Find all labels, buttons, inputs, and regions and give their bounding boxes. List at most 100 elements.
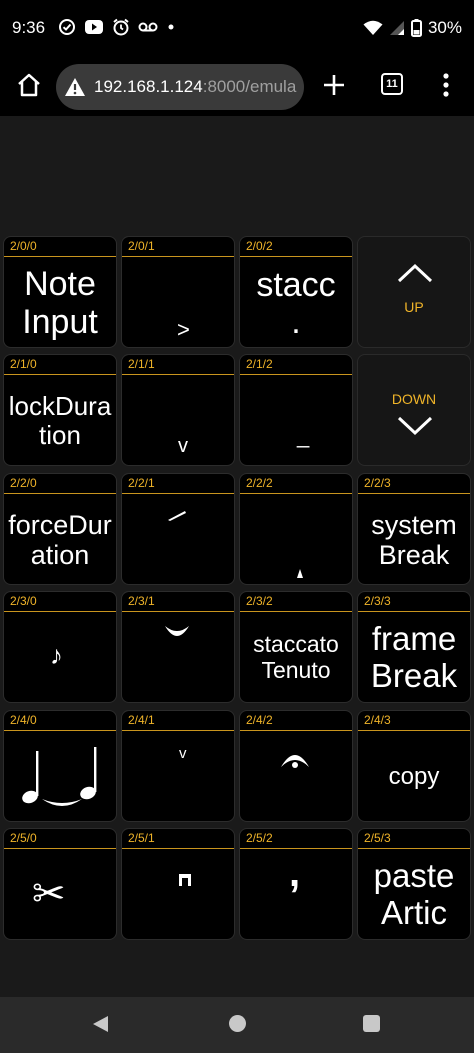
grid-button-2-5-3[interactable]: 2/5/3 paste Artic [357,828,471,940]
grid-button-2-4-0[interactable]: 2/4/0 [3,710,117,822]
youtube-icon [84,19,104,35]
tenuto-glyph: _ [297,423,310,448]
cell-id: 2/0/0 [4,237,116,257]
cell-label: lockDuration [8,390,112,450]
cell-label: forceDuration [8,509,112,570]
grid-button-2-3-3[interactable]: 2/3/3 frame Break [357,591,471,703]
down-label: DOWN [391,391,437,407]
cell-id: 2/4/3 [358,711,470,731]
grid-button-2-4-3[interactable]: 2/4/3 copy [357,710,471,822]
grid-button-2-3-1[interactable]: 2/3/1 [121,591,235,703]
cell-label: stacc [256,266,336,304]
cell-id: 2/2/1 [122,474,234,494]
browser-toolbar: 192.168.1.124:8000/emula 11 [0,58,474,116]
grid-button-2-5-2[interactable]: 2/5/2 , [239,828,353,940]
wifi-icon [363,20,383,36]
status-notification-icons [58,18,176,36]
status-system-icons: 30% [363,18,462,38]
cell-id: 2/1/0 [4,355,116,375]
chevron-up-icon [396,262,434,289]
dot-icon [166,22,176,32]
grid-button-2-0-2[interactable]: 2/0/2 stacc . [239,236,353,348]
system-nav-bar [0,997,474,1053]
up-button[interactable]: UP [357,236,471,348]
battery-percent: 30% [427,18,462,37]
status-time: 9:36 [12,18,46,37]
grid-button-2-1-2[interactable]: 2/1/2 _ [239,354,353,466]
marcato-small-glyph: v [179,745,187,762]
staccatissimo-icon [296,566,304,584]
grid-button-2-2-2[interactable]: 2/2/2 [239,473,353,585]
check-circle-icon [58,18,76,36]
cell-id: 2/5/2 [240,829,352,849]
cell-id: 2/0/2 [240,237,352,257]
grid-button-2-0-0[interactable]: 2/0/0 Note Input [3,236,117,348]
breath-mark-glyph: , [289,851,301,895]
cell-id: 2/2/3 [358,474,470,494]
plus-icon[interactable] [320,71,348,99]
stress-accent-icon [166,508,188,527]
grid-button-2-5-1[interactable]: 2/5/1 [121,828,235,940]
grid-button-2-4-1[interactable]: 2/4/1 v [121,710,235,822]
battery-icon [410,19,422,37]
cell-id: 2/5/0 [4,829,116,849]
grid-button-2-0-1[interactable]: 2/0/1 > [121,236,235,348]
cell-id: 2/4/1 [122,711,234,731]
url-host: 192.168.1.124 [94,77,203,96]
grid-button-2-3-2[interactable]: 2/3/2 staccato Tenuto [239,591,353,703]
address-bar[interactable]: 192.168.1.124:8000/emula [56,64,304,110]
cell-id: 2/5/1 [122,829,234,849]
cell-id: 2/1/2 [240,355,352,375]
marcato-glyph: v [178,435,188,457]
scissors-icon: ✂ [32,872,66,916]
cell-id: 2/1/1 [122,355,234,375]
menu-icon[interactable] [436,70,456,100]
cell-id: 2/2/2 [240,474,352,494]
down-button[interactable]: DOWN [357,354,471,466]
cell-id: 2/2/0 [4,474,116,494]
cell-id: 2/0/1 [122,237,234,257]
home-icon[interactable] [14,70,44,100]
staccato-dot-glyph: . [291,303,301,341]
cell-id: 2/5/3 [358,829,470,849]
cell-label: system Break [371,509,457,570]
tied-notes-icon [20,747,102,814]
cell-id: 2/3/2 [240,592,352,612]
grid-button-2-1-0[interactable]: 2/1/0 lockDuration [3,354,117,466]
up-bow-icon [178,873,192,892]
back-icon[interactable] [92,1015,110,1038]
grid-button-2-2-1[interactable]: 2/2/1 [121,473,235,585]
status-bar: 9:36 30% [0,0,474,58]
grid-button-2-3-0[interactable]: 2/3/0 ♪ [3,591,117,703]
home-circle-icon[interactable] [229,1015,246,1032]
cell-id: 2/4/2 [240,711,352,731]
grid-button-2-4-2[interactable]: 2/4/2 [239,710,353,822]
cell-label: copy [388,762,440,790]
grid-button-2-1-1[interactable]: 2/1/1 v [121,354,235,466]
cell-label: frame Break [370,620,458,694]
alarm-icon [112,18,130,36]
cell-label: staccato Tenuto [253,631,339,683]
emulator-grid: 2/0/0 Note Input 2/0/1 > 2/0/2 stacc . U… [0,116,474,996]
cell-id: 2/3/0 [4,592,116,612]
cell-label: Note Input [22,264,98,341]
cell-id: 2/4/0 [4,711,116,731]
accent-glyph: > [177,317,190,342]
cell-id: 2/3/3 [358,592,470,612]
eighth-note-icon: ♪ [50,640,63,670]
url-text: 192.168.1.124:8000/emula [94,77,296,97]
signal-icon [389,20,405,36]
cell-id: 2/3/1 [122,592,234,612]
url-path: :8000/emula [202,77,297,96]
grid-button-2-2-3[interactable]: 2/2/3 system Break [357,473,471,585]
voicemail-icon [138,20,158,34]
warning-icon[interactable] [64,76,86,98]
recent-apps-icon[interactable] [363,1015,380,1032]
grid-button-2-2-0[interactable]: 2/2/0 forceDuration [3,473,117,585]
fermata-icon [279,749,311,774]
slur-arc-icon [163,624,191,645]
chevron-down-icon [396,415,434,442]
tabs-icon[interactable]: 11 [381,73,403,95]
grid-button-2-5-0[interactable]: 2/5/0 ✂ [3,828,117,940]
up-label: UP [404,299,424,315]
